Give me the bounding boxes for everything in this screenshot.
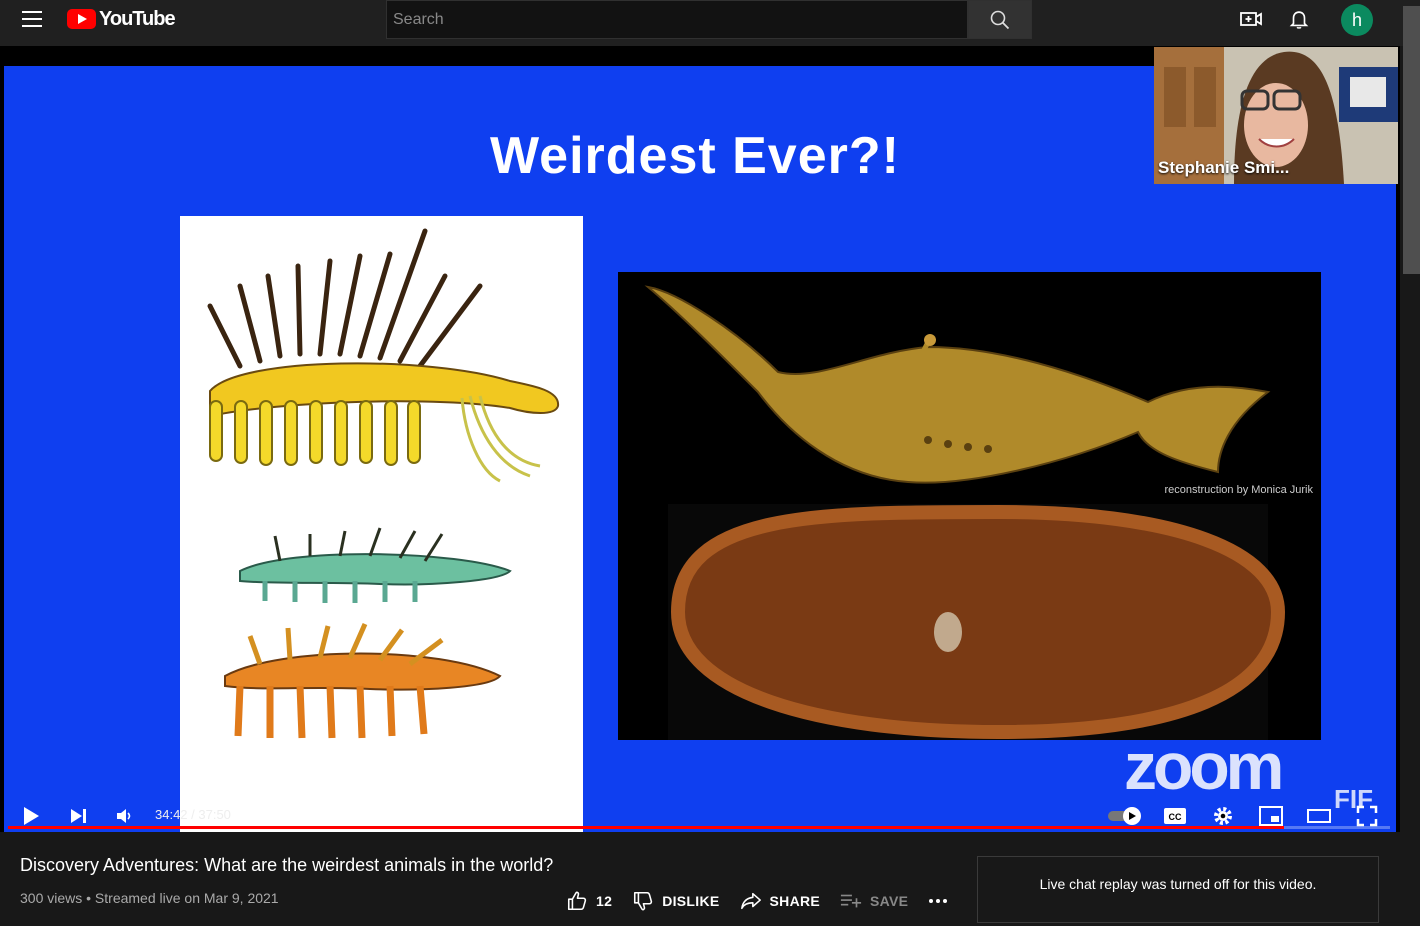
svg-text:CC: CC [1169, 812, 1182, 822]
autoplay-icon [1108, 807, 1141, 825]
image-credit: reconstruction by Monica Jurik [1164, 484, 1313, 496]
video-actions: 12 DISLIKE SHARE SAVE [566, 888, 976, 914]
volume-icon [117, 809, 131, 823]
thumbs-down-icon [634, 891, 653, 911]
share-label: SHARE [769, 893, 821, 909]
save-button[interactable]: SAVE [840, 892, 908, 910]
fullscreen-icon [1356, 805, 1378, 827]
search-icon [990, 10, 1010, 29]
fossil-image-panel: reconstruction by Monica Jurik [618, 272, 1321, 740]
miniplayer-button[interactable] [1257, 802, 1285, 830]
gear-icon [1214, 807, 1232, 825]
participant-name: Stephanie Smi... [1158, 158, 1290, 177]
time-display: 34:42 / 37:50 [155, 807, 231, 822]
cc-icon: CC [1164, 808, 1186, 824]
youtube-logo[interactable]: YouTube [67, 7, 176, 30]
search-button[interactable] [968, 0, 1032, 39]
notifications-button[interactable] [1287, 7, 1311, 31]
create-video-button[interactable] [1239, 7, 1263, 31]
menu-icon[interactable] [22, 11, 42, 27]
video-meta: 300 views • Streamed live on Mar 9, 2021 [20, 890, 279, 906]
settings-button[interactable] [1209, 802, 1237, 830]
more-actions-button[interactable] [928, 898, 956, 904]
logo-text: YouTube [99, 7, 176, 30]
tullimonstrum-reconstruction [644, 285, 1286, 740]
zoom-watermark: zoom [1124, 729, 1284, 803]
next-button[interactable] [64, 802, 92, 830]
webcam-overlay: Stephanie Smi... [1154, 47, 1398, 184]
like-count: 12 [596, 893, 613, 909]
more-horizontal-icon [929, 899, 948, 903]
play-icon [24, 807, 39, 825]
create-video-icon [1240, 12, 1262, 26]
hallucigenia-drawing [207, 228, 560, 739]
search-input[interactable] [386, 0, 968, 39]
youtube-play-icon [67, 9, 96, 29]
bell-icon [1289, 11, 1309, 29]
miniplayer-icon [1259, 806, 1283, 826]
avatar[interactable]: h [1341, 4, 1373, 36]
thumbs-up-icon [567, 891, 587, 911]
playlist-add-icon [840, 894, 862, 908]
mute-button[interactable] [110, 802, 138, 830]
top-bar: YouTube h [0, 0, 1420, 46]
save-label: SAVE [870, 893, 909, 909]
dislike-button[interactable]: DISLIKE [632, 890, 719, 912]
dislike-label: DISLIKE [662, 893, 720, 909]
theater-icon [1307, 809, 1331, 823]
play-button[interactable] [17, 802, 45, 830]
player-controls: 34:42 / 37:50 CC [0, 794, 1400, 832]
video-title: Discovery Adventures: What are the weird… [20, 855, 554, 875]
share-button[interactable]: SHARE [740, 891, 821, 911]
search-bar [386, 0, 1032, 39]
hallucigenia-illustration [180, 216, 583, 832]
captions-button[interactable]: CC [1161, 802, 1189, 830]
skip-next-icon [71, 809, 86, 823]
fullscreen-button[interactable] [1353, 802, 1381, 830]
theater-mode-button[interactable] [1305, 802, 1333, 830]
autoplay-toggle[interactable] [1107, 802, 1143, 830]
page-scrollbar[interactable] [1403, 6, 1420, 274]
share-icon [740, 892, 761, 910]
live-chat-panel: Live chat replay was turned off for this… [977, 856, 1379, 923]
like-button[interactable]: 12 [566, 890, 612, 912]
chat-disabled-message: Live chat replay was turned off for this… [1039, 875, 1317, 892]
